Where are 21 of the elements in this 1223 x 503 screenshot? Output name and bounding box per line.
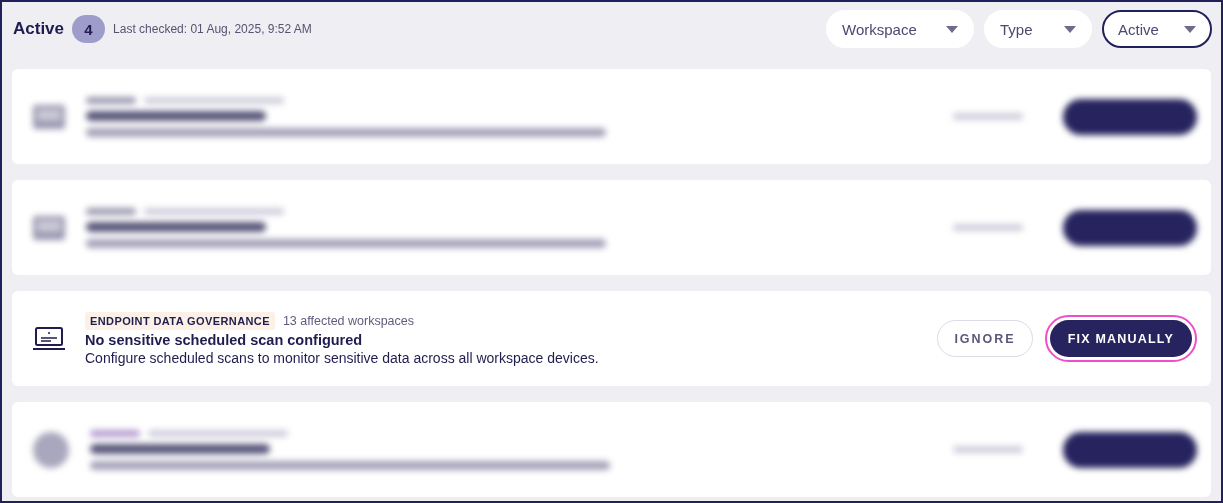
monitor-icon <box>32 103 66 130</box>
ignore-button[interactable]: IGNORE <box>937 320 1033 357</box>
category-tag: ENDPOINT DATA GOVERNANCE <box>85 311 275 330</box>
blurred-tag <box>90 429 140 437</box>
caret-icon <box>946 25 958 33</box>
filter-dropdown[interactable]: Type <box>984 10 1092 48</box>
filter-dropdown[interactable]: Workspace <box>826 10 974 48</box>
issue-title: No sensitive scheduled scan configured <box>85 331 364 348</box>
caret-icon <box>1184 25 1196 33</box>
last-checked-text: Last checked: 01 Aug, 2025, 9:52 AM <box>113 22 312 36</box>
laptop-icon <box>32 325 66 352</box>
issue-description: Configure scheduled scans to monitor sensitive data across all workspace devices. <box>85 349 599 366</box>
section-title: Active <box>13 19 65 39</box>
blurred-tag <box>86 96 136 104</box>
count-badge: 4 <box>72 15 106 43</box>
monitor-icon <box>32 214 66 241</box>
filter-dropdown[interactable]: Active <box>1102 10 1212 48</box>
caret-icon <box>1064 25 1076 33</box>
affected-count: 13 affected workspaces <box>282 313 414 328</box>
circle-icon <box>32 430 70 469</box>
blurred-tag <box>86 207 136 215</box>
